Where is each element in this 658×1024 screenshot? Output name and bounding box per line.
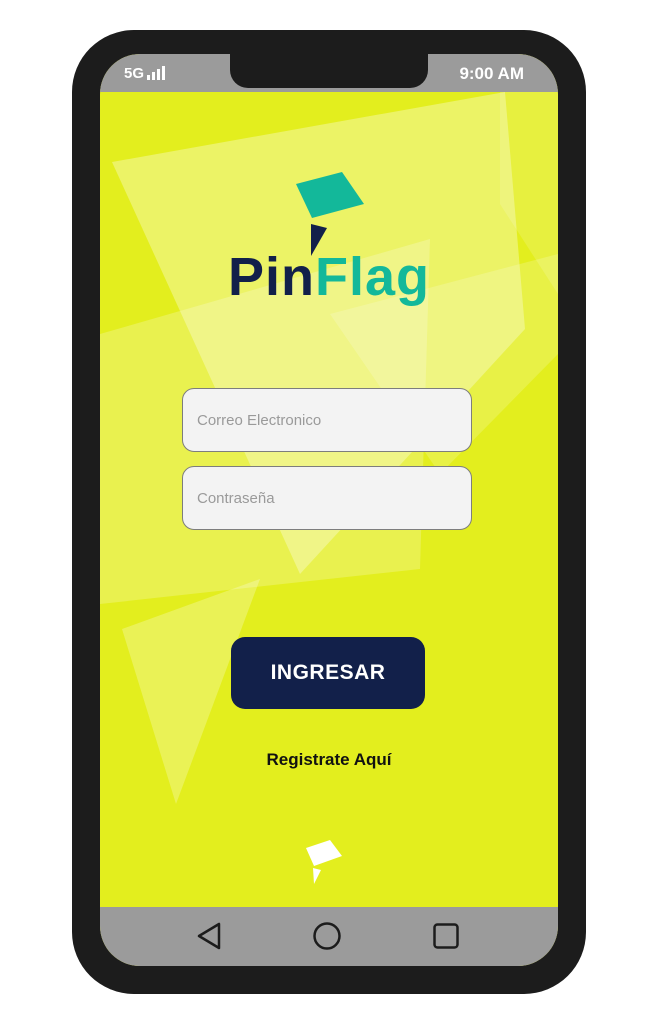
phone-frame: 5G 9:00 AM PinFlag Correo Electronico Co… <box>72 30 586 994</box>
brand-wordmark: PinFlag <box>100 246 558 308</box>
home-icon[interactable] <box>312 921 342 951</box>
network-indicator: 5G <box>124 65 166 82</box>
recents-icon[interactable] <box>432 921 460 951</box>
status-bar: 5G 9:00 AM <box>100 54 558 92</box>
small-flag-icon <box>306 840 342 884</box>
navigation-bar <box>100 907 558 966</box>
brand-part-flag: Flag <box>315 247 431 307</box>
password-field[interactable]: Contraseña <box>182 466 472 530</box>
camera-notch <box>230 54 428 88</box>
back-icon[interactable] <box>196 921 222 951</box>
clock: 9:00 AM <box>459 64 524 83</box>
email-field[interactable]: Correo Electronico <box>182 388 472 452</box>
signal-icon <box>147 66 166 80</box>
network-type: 5G <box>124 65 145 82</box>
register-link[interactable]: Registrate Aquí <box>100 750 558 770</box>
brand-part-pin: Pin <box>227 247 315 307</box>
login-button[interactable]: INGRESAR <box>231 637 425 709</box>
password-placeholder: Contraseña <box>197 489 275 507</box>
email-placeholder: Correo Electronico <box>197 411 322 429</box>
app-screen: 5G 9:00 AM PinFlag Correo Electronico Co… <box>100 54 558 966</box>
